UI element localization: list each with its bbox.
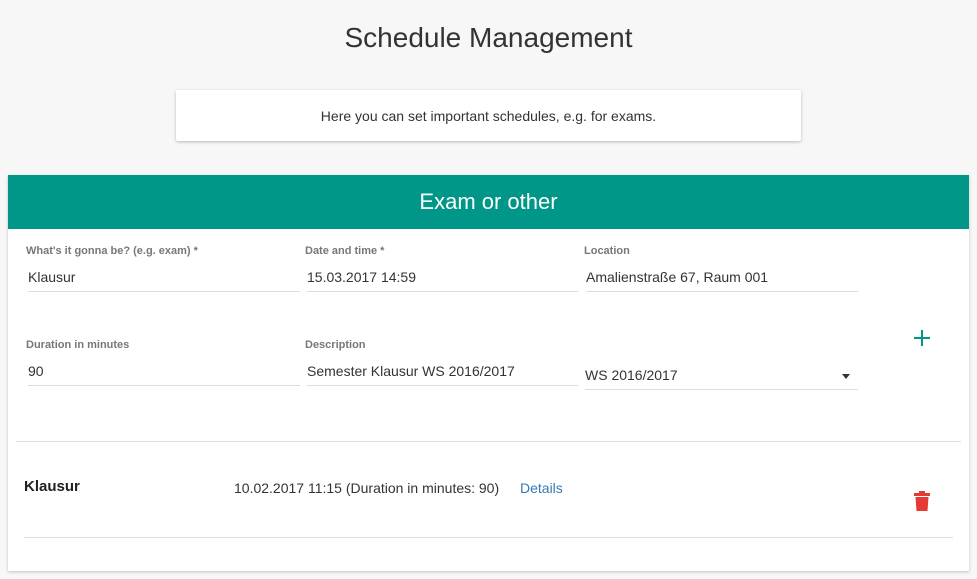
datetime-input[interactable]: 15.03.2017 14:59 bbox=[307, 269, 578, 292]
schedule-panel: Exam or other What's it gonna be? (e.g. … bbox=[8, 175, 969, 571]
page-title: Schedule Management bbox=[344, 22, 633, 53]
datetime-field: Date and time * 15.03.2017 14:59 bbox=[305, 245, 578, 297]
divider bbox=[24, 537, 953, 538]
duration-field: Duration in minutes 90 bbox=[26, 339, 300, 391]
datetime-label: Date and time * bbox=[305, 245, 385, 257]
duration-label: Duration in minutes bbox=[26, 339, 130, 351]
plus-icon bbox=[914, 330, 930, 346]
panel-title: Exam or other bbox=[419, 189, 558, 214]
panel-header: Exam or other bbox=[8, 175, 969, 229]
add-button[interactable] bbox=[911, 327, 933, 349]
location-input[interactable]: Amalienstraße 67, Raum 001 bbox=[586, 269, 858, 292]
info-card: Here you can set important schedules, e.… bbox=[176, 90, 801, 141]
semester-select[interactable]: WS 2016/2017 bbox=[585, 363, 858, 390]
description-field: Description Semester Klausur WS 2016/201… bbox=[305, 339, 578, 391]
details-link[interactable]: Details bbox=[520, 480, 563, 496]
entry-title: Klausur bbox=[24, 478, 80, 495]
semester-select-value: WS 2016/2017 bbox=[585, 367, 678, 383]
what-field: What's it gonna be? (e.g. exam) * Klausu… bbox=[26, 245, 300, 297]
what-label: What's it gonna be? (e.g. exam) * bbox=[26, 245, 198, 257]
location-field: Location Amalienstraße 67, Raum 001 bbox=[584, 245, 858, 297]
description-input[interactable]: Semester Klausur WS 2016/2017 bbox=[307, 363, 578, 386]
what-input[interactable]: Klausur bbox=[28, 269, 300, 292]
description-label: Description bbox=[305, 339, 366, 351]
delete-button[interactable] bbox=[914, 491, 930, 511]
location-label: Location bbox=[584, 245, 630, 257]
caret-down-icon bbox=[842, 374, 850, 379]
entry-meta: 10.02.2017 11:15 (Duration in minutes: 9… bbox=[234, 480, 500, 496]
info-text: Here you can set important schedules, e.… bbox=[320, 107, 657, 124]
trash-icon bbox=[914, 491, 930, 511]
divider bbox=[16, 441, 961, 442]
duration-input[interactable]: 90 bbox=[28, 363, 300, 386]
